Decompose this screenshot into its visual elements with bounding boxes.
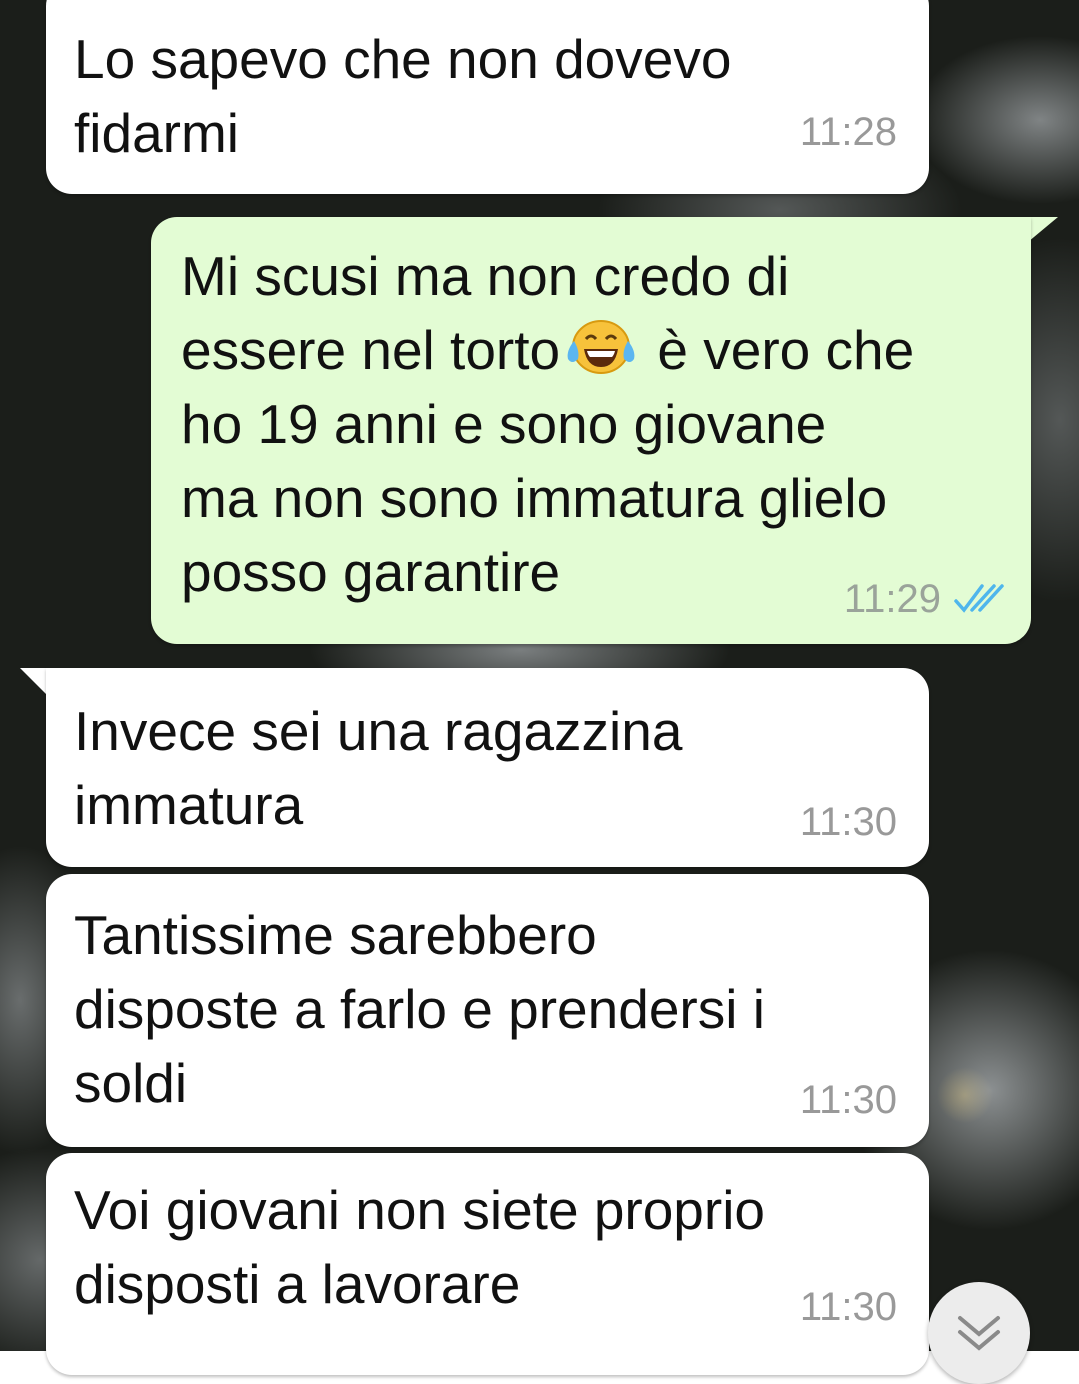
message-line: ho 19 anni e sono giovane ma non sono im… bbox=[181, 393, 888, 603]
message-bubble-outgoing[interactable]: Mi scusi ma non credo di essere nel tort… bbox=[151, 217, 1031, 644]
message-time: 11:30 bbox=[799, 800, 897, 844]
message-time: 11:30 bbox=[799, 1285, 897, 1329]
scroll-to-bottom-button[interactable] bbox=[928, 1282, 1030, 1384]
message-text: Invece sei una ragazzina immatura bbox=[74, 700, 683, 836]
message-line: Mi scusi ma non credo di bbox=[181, 245, 790, 307]
message-text: Mi scusi ma non credo di essere nel tort… bbox=[181, 239, 914, 609]
message-bubble-incoming[interactable]: Invece sei una ragazzina immatura 11:30 bbox=[46, 668, 929, 867]
message-line: essere nel torto bbox=[181, 319, 561, 381]
message-text: Lo sapevo che non dovevo fidarmi bbox=[74, 28, 732, 164]
message-text: Tantissime sarebbero disposte a farlo e … bbox=[74, 904, 765, 1114]
message-text: Voi giovani non siete proprio disposti a… bbox=[74, 1179, 766, 1315]
message-bubble-incoming[interactable]: Voi giovani non siete proprio disposti a… bbox=[46, 1153, 929, 1375]
message-time: 11:28 bbox=[799, 110, 897, 154]
double-check-icon bbox=[954, 584, 1004, 613]
message-time: 11:29 bbox=[843, 577, 941, 621]
tears-of-joy-emoji-icon bbox=[564, 317, 638, 377]
message-line: è vero che bbox=[642, 319, 915, 381]
chevron-down-double-icon bbox=[958, 1316, 1000, 1351]
message-bubble-incoming[interactable]: Lo sapevo che non dovevo fidarmi 11:28 bbox=[46, 0, 929, 194]
message-bubble-incoming[interactable]: Tantissime sarebbero disposte a farlo e … bbox=[46, 874, 929, 1147]
message-time: 11:30 bbox=[799, 1078, 897, 1122]
